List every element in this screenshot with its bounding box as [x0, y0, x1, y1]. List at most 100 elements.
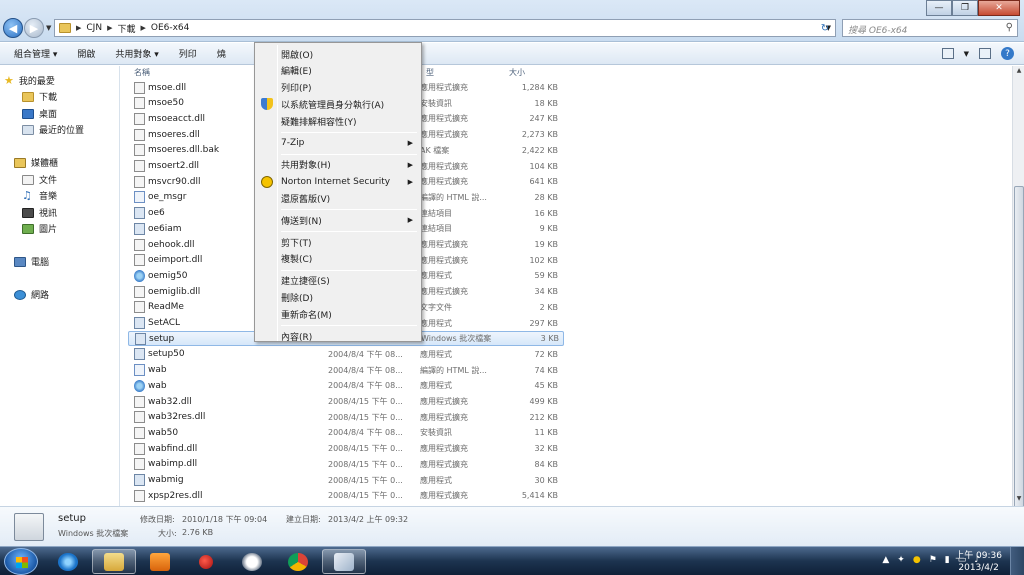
network-signal-icon[interactable]: ▮	[945, 555, 950, 565]
column-header-size[interactable]: 大小	[509, 67, 525, 81]
sidebar-item-documents[interactable]: 文件	[22, 173, 57, 186]
taskbar-media-player[interactable]	[138, 549, 182, 574]
preview-pane-icon[interactable]	[979, 48, 991, 59]
menu-item[interactable]: 以系統管理員身分執行(A)	[257, 96, 419, 112]
table-row[interactable]: wab32.dll 2008/4/15 下午 0... 應用程式擴充 499 KB	[128, 394, 564, 409]
show-hidden-icons-icon[interactable]: ▲	[882, 555, 889, 565]
taskbar-paint[interactable]	[322, 549, 366, 574]
close-button[interactable]: ✕	[978, 0, 1020, 16]
table-row[interactable]: wabfind.dll 2008/4/15 下午 0... 應用程式擴充 32 KB	[128, 441, 564, 456]
refresh-button[interactable]: ↻	[816, 20, 834, 36]
pin-tray-icon[interactable]: ✦	[897, 555, 905, 565]
action-center-icon[interactable]: ⚑	[929, 555, 937, 565]
ico-file-icon	[134, 269, 145, 282]
chrome-icon	[288, 552, 308, 571]
taskbar-explorer[interactable]	[92, 549, 136, 574]
menu-item[interactable]: 7-Zip ▶	[257, 135, 419, 151]
minimize-button[interactable]: —	[926, 0, 952, 16]
menu-item[interactable]: Norton Internet Security ▶	[257, 174, 419, 190]
file-name: wabfind.dll	[148, 443, 198, 454]
share-button[interactable]: 共用對象 ▾	[115, 47, 158, 60]
size-label: 大小:	[158, 529, 177, 538]
forward-button[interactable]: ▶	[24, 18, 44, 38]
sidebar-item-libraries[interactable]: 媒體櫃	[14, 156, 58, 169]
norton-tray-icon[interactable]: ●	[913, 555, 921, 565]
vertical-scrollbar[interactable]: ▲ ▼	[1012, 66, 1024, 566]
menu-item[interactable]: 開啟(O)	[257, 46, 419, 62]
search-icon[interactable]: ⚲	[1006, 22, 1013, 33]
open-button[interactable]: 開啟	[77, 47, 95, 60]
file-type: 安裝資訊	[420, 428, 452, 438]
breadcrumb-item[interactable]: 下載	[117, 22, 135, 35]
search-input[interactable]: 搜尋 OE6-x64 ⚲	[842, 19, 1018, 37]
burn-button[interactable]: 燒	[217, 47, 226, 60]
taskbar-pin-app[interactable]	[184, 549, 228, 574]
taskbar-chrome[interactable]	[276, 549, 320, 574]
breadcrumb-item[interactable]: OE6-x64	[151, 23, 190, 33]
taskbar-clock-app[interactable]	[230, 549, 274, 574]
menu-item[interactable]: 剪下(T)	[257, 234, 419, 250]
menu-item[interactable]: 複製(C)	[257, 251, 419, 267]
table-row[interactable]: setup50 2004/8/4 下午 08... 應用程式 72 KB	[128, 347, 564, 362]
chevron-right-icon[interactable]: ▶	[140, 24, 145, 32]
sidebar-item-label: 媒體櫃	[31, 159, 59, 169]
back-button[interactable]: ◀	[3, 18, 23, 38]
table-row[interactable]: wab32res.dll 2008/4/15 下午 0... 應用程式擴充 212 K…	[128, 410, 564, 425]
menu-item[interactable]: 共用對象(H) ▶	[257, 157, 419, 173]
breadcrumb-item[interactable]: CJN	[86, 23, 102, 33]
sidebar-item-desktop[interactable]: 桌面	[22, 107, 57, 120]
taskbar-clock[interactable]: 上午 09:36 2013/4/2	[955, 550, 1002, 574]
table-row[interactable]: wab50 2004/8/4 下午 08... 安裝資訊 11 KB	[128, 425, 564, 440]
change-view-icon[interactable]	[941, 48, 954, 59]
file-date: 2008/4/15 下午 0...	[328, 475, 403, 485]
table-row[interactable]: wab 2004/8/4 下午 08... 應用程式 45 KB	[128, 378, 564, 393]
sidebar-item-music[interactable]: ♫ 音樂	[22, 189, 57, 202]
help-icon[interactable]: ?	[1001, 47, 1014, 60]
table-row[interactable]: wabimp.dll 2008/4/15 下午 0... 應用程式擴充 84 KB	[128, 457, 564, 472]
show-desktop-button[interactable]	[1010, 547, 1024, 575]
column-header-type[interactable]: 型	[426, 67, 434, 81]
table-row[interactable]: wab 2004/8/4 下午 08... 編譯的 HTML 說... 74 KB	[128, 363, 564, 378]
sidebar-item-computer[interactable]: 電腦	[14, 255, 49, 268]
menu-item[interactable]: 建立捷徑(S)	[257, 273, 419, 289]
file-name: wabmig	[148, 475, 184, 485]
size-value: 2.76 KB	[182, 528, 214, 537]
menu-item[interactable]: 疑難排解相容性(Y)	[257, 113, 419, 129]
file-type: 應用程式擴充	[420, 491, 468, 501]
dll-file-icon	[134, 442, 145, 455]
file-type: 應用程式擴充	[420, 444, 468, 454]
menu-item[interactable]: 編輯(E)	[257, 63, 419, 79]
taskbar-ie[interactable]	[46, 549, 90, 574]
menu-item[interactable]: 還原舊版(V)	[257, 190, 419, 206]
scroll-up-icon[interactable]: ▲	[1014, 67, 1024, 77]
chevron-right-icon[interactable]: ▶	[76, 24, 81, 32]
menu-item[interactable]: 內容(R)	[257, 328, 419, 344]
chevron-down-icon[interactable]: ▼	[964, 50, 969, 58]
organize-button[interactable]: 組合管理 ▾	[14, 47, 57, 60]
sidebar-item-pictures[interactable]: 圖片	[22, 222, 57, 235]
menu-item[interactable]: 重新命名(M)	[257, 306, 419, 322]
table-row[interactable]: wabmig 2008/4/15 下午 0... 應用程式 30 KB	[128, 473, 564, 488]
address-field[interactable]: ▶ CJN ▶ 下載 ▶ OE6-x64 ▼	[54, 19, 836, 37]
sidebar-item-network[interactable]: 網路	[14, 288, 49, 301]
sidebar-item-videos[interactable]: 視訊	[22, 206, 57, 219]
menu-item[interactable]: 列印(P)	[257, 80, 419, 96]
table-row[interactable]: xpsp2res.dll 2008/4/15 下午 0... 應用程式擴充 5,414…	[128, 488, 564, 503]
menu-item[interactable]: 刪除(D)	[257, 289, 419, 305]
file-type: Windows 批次檔案	[421, 334, 492, 344]
sidebar-item-recent[interactable]: 最近的位置	[22, 123, 84, 136]
recent-pages-dropdown[interactable]: ▼	[46, 24, 51, 32]
sidebar-item-favorites[interactable]: ★ 我的最愛	[4, 74, 55, 87]
maximize-button[interactable]: ❐	[952, 0, 978, 16]
column-header-name[interactable]: 名稱	[134, 67, 150, 81]
star-icon: ★	[4, 74, 14, 87]
print-button[interactable]: 列印	[179, 47, 197, 60]
file-type: 應用程式	[420, 318, 452, 328]
start-button[interactable]	[4, 548, 38, 575]
scroll-down-icon[interactable]: ▼	[1014, 495, 1024, 505]
sidebar-item-downloads[interactable]: 下載	[22, 90, 57, 103]
menu-item[interactable]: 傳送到(N) ▶	[257, 212, 419, 228]
chevron-right-icon[interactable]: ▶	[107, 24, 112, 32]
menu-item-label: 還原舊版(V)	[281, 194, 331, 205]
file-type: 連結項目	[420, 208, 452, 218]
